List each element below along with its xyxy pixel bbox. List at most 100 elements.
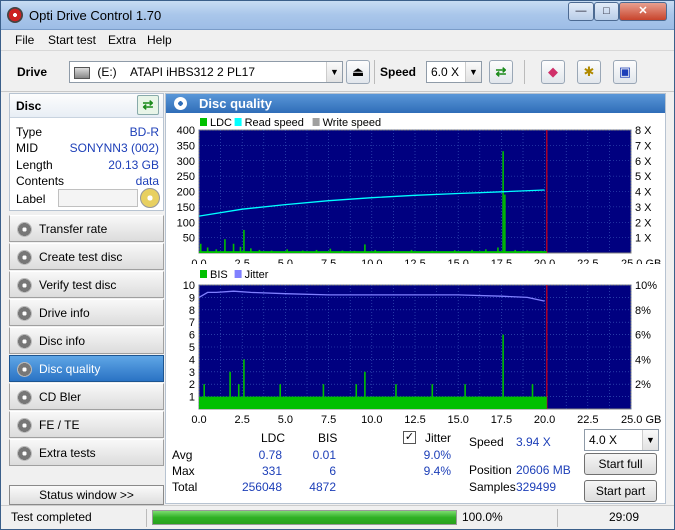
jitter-checkbox[interactable]: ✓ [403,431,416,444]
start-part-button[interactable]: Start part [584,480,657,502]
drive-value: ATAPI iHBS312 2 PL17 [130,65,255,79]
disc-label-apply-icon[interactable] [140,188,160,208]
speed-select[interactable]: 6.0 X ▼ [426,61,482,83]
error-baseline [199,396,547,409]
drive-select[interactable]: (E:) ATAPI iHBS312 2 PL17 ▼ [69,61,343,83]
bis-bar [395,384,397,409]
speed-stat-label: Speed [469,435,504,449]
disc-label-field[interactable] [58,189,138,207]
stats-header-bis: BIS [318,431,338,445]
nav-fe-te[interactable]: FE / TE [9,411,164,438]
menu-file[interactable]: File [15,33,34,47]
ldc-bar [250,248,252,253]
panel-header: Disc quality [166,94,665,113]
position-value: 20606 MB [516,463,571,477]
drive-settings-icon: ✱ [583,64,595,79]
x-tick-label: 17.5 [491,258,512,264]
nav-drive-info[interactable]: Drive info [9,299,164,326]
erase-button[interactable]: ◆ [541,60,565,84]
stats-total-bis: 4872 [309,480,336,494]
y-tick-label: 300 [177,156,195,168]
stats-avg-ldc: 0.78 [258,448,282,462]
test-speed-select[interactable]: 4.0 X ▼ [584,429,659,451]
nav-label: Disc info [39,334,86,348]
y2-tick-label: 10% [635,280,657,292]
ldc-chart: LDC Read speed Write speed 400 350 300 250 200 1… [177,117,662,264]
toolbar-divider [374,60,375,84]
save-button[interactable]: ▣ [613,60,637,84]
save-icon: ▣ [618,64,632,79]
status-window-button[interactable]: Status window >> [9,485,164,505]
y-tick-label: 100 [177,217,195,229]
bis-bar [531,384,534,409]
bis-bar [303,396,306,409]
nav-extra-tests[interactable]: Extra tests [9,439,164,466]
bis-bar [229,371,231,409]
y2-tick-label: 4% [635,354,651,366]
ldc-bar [258,249,261,253]
drive-settings-button[interactable]: ✱ [577,60,601,84]
close-button[interactable]: ✕ [619,2,667,21]
minimize-button[interactable]: — [568,2,594,21]
bis-bar [364,371,366,409]
ldc-bar [239,246,242,253]
y-tick-label: 4 [189,354,195,366]
disc-icon [17,362,32,377]
x-tick-label: 10.0 [361,258,382,264]
ldc-bar [364,244,366,253]
bis-bar [322,384,325,409]
nav-label: Verify test disc [39,278,117,292]
disc-refresh-button[interactable]: ⇄ [137,95,159,115]
status-bar: Test completed 100.0% 29:09 [1,505,674,529]
bis-bar [355,384,358,409]
nav-cd-bler[interactable]: CD Bler [9,383,164,410]
status-text: Test completed [11,510,92,524]
ldc-bar [315,249,318,253]
ldc-bar [374,249,377,253]
x-tick-label: 22.5 [577,258,598,264]
disc-icon [17,306,32,321]
disc-icon [17,222,32,237]
bis-bar [479,396,482,409]
refresh-speed-button[interactable]: ⇄ [489,60,513,84]
sidebar: Disc ⇄ Type BD-R MID SONYNN3 (002) Lengt… [9,93,164,505]
eject-button[interactable]: ⏏ [346,60,370,84]
disc-icon [17,418,32,433]
nav-disc-quality[interactable]: Disc quality [9,355,164,382]
app-disc-icon [7,7,23,23]
start-full-button[interactable]: Start full [584,453,657,475]
stats-max-bis: 6 [329,464,336,478]
y-tick-label: 50 [183,233,195,245]
x-tick-label: 22.5 [577,414,598,426]
legend-swatch [234,270,242,278]
refresh-icon: ⇄ [142,97,154,112]
toolbar-divider [524,60,525,84]
nav-transfer-rate[interactable]: Transfer rate [9,215,164,242]
x-tick-label: 25.0 GB [621,258,661,264]
disc-icon [17,278,32,293]
disc-panel-title: Disc [16,99,42,113]
legend-label: LDC [210,117,232,129]
menu-start-test[interactable]: Start test [48,33,96,47]
ldc-bar [485,249,487,253]
eject-icon: ⏏ [351,64,365,79]
stats-header-ldc: LDC [261,431,286,445]
drive-letter: (E:) [97,65,117,79]
y-tick-label: 9 [189,292,195,304]
nav-create-test-disc[interactable]: Create test disc [9,243,164,270]
y2-tick-label: 6% [635,330,651,342]
menu-help[interactable]: Help [147,33,172,47]
bis-bar [203,384,205,409]
speed-value: 6.0 X [431,65,460,79]
bis-jitter-chart: BIS Jitter 10987654321 10% 8% 6% 4% 2% 0.0 2.5 5.0… [183,269,662,426]
y2-tick-label: 3 X [635,202,652,214]
status-divider [146,509,147,527]
menu-extra[interactable]: Extra [108,33,136,47]
ldc-bar [224,239,226,253]
maximize-button[interactable]: □ [594,2,619,21]
nav-verify-test-disc[interactable]: Verify test disc [9,271,164,298]
nav-disc-info[interactable]: Disc info [9,327,164,354]
progress-bar [152,510,457,525]
y-tick-label: 7 [189,317,195,329]
bis-bar [279,384,282,409]
